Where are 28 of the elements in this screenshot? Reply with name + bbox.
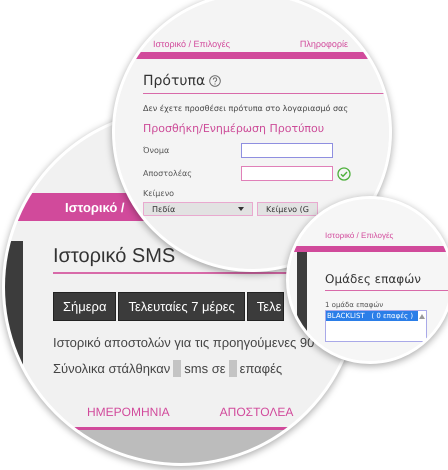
summary-text: επαφές [240, 361, 282, 376]
column-header: ΑΠΟΣΤΟΛΕΑ [220, 405, 294, 419]
info-text: Δεν έχετε προσθέσει πρότυπα στο λογαριασμό σας [143, 104, 350, 113]
period-button[interactable]: Τελευταίες 7 μέρες [118, 292, 245, 321]
section-title: Ομάδες επαφών [325, 272, 448, 291]
value-placeholder [173, 360, 182, 377]
caret-icon [238, 207, 244, 211]
input-field[interactable] [241, 143, 333, 158]
value-placeholder [228, 360, 237, 377]
nav-tab[interactable]: Ιστορικό / [65, 200, 125, 214]
column-header: ΗΜΕΡΟΜΗΝΙΑ [87, 405, 170, 419]
summary-text: Σύνολικα στάλθηκαν [53, 361, 170, 376]
period-button[interactable]: Σήμερα [53, 292, 116, 321]
section-title: Πρότυπα [143, 73, 206, 89]
nav-link[interactable]: Ιστορικό / Επιλογές [153, 39, 230, 49]
field-label: Κείμενο [143, 189, 176, 198]
field-label: Αποστολέας [143, 169, 193, 178]
nav-link[interactable]: Πληροφορίε [300, 39, 348, 49]
dropdown[interactable]: Πεδία [143, 202, 253, 216]
form-title: Προσθήκη/Ενημέρωση Προτύπου [143, 122, 326, 135]
dropdown[interactable]: Κείμενο (G [257, 202, 318, 216]
nav-link[interactable]: Ιστορικό / Επιλογές [325, 231, 394, 240]
field-label: Όνομα [143, 146, 170, 155]
summary-text: sms σε [184, 361, 226, 376]
input-field[interactable] [241, 166, 333, 181]
period-button[interactable]: Τελε [246, 292, 284, 321]
scroll-up-icon[interactable] [419, 314, 425, 319]
help-icon[interactable] [209, 75, 222, 87]
